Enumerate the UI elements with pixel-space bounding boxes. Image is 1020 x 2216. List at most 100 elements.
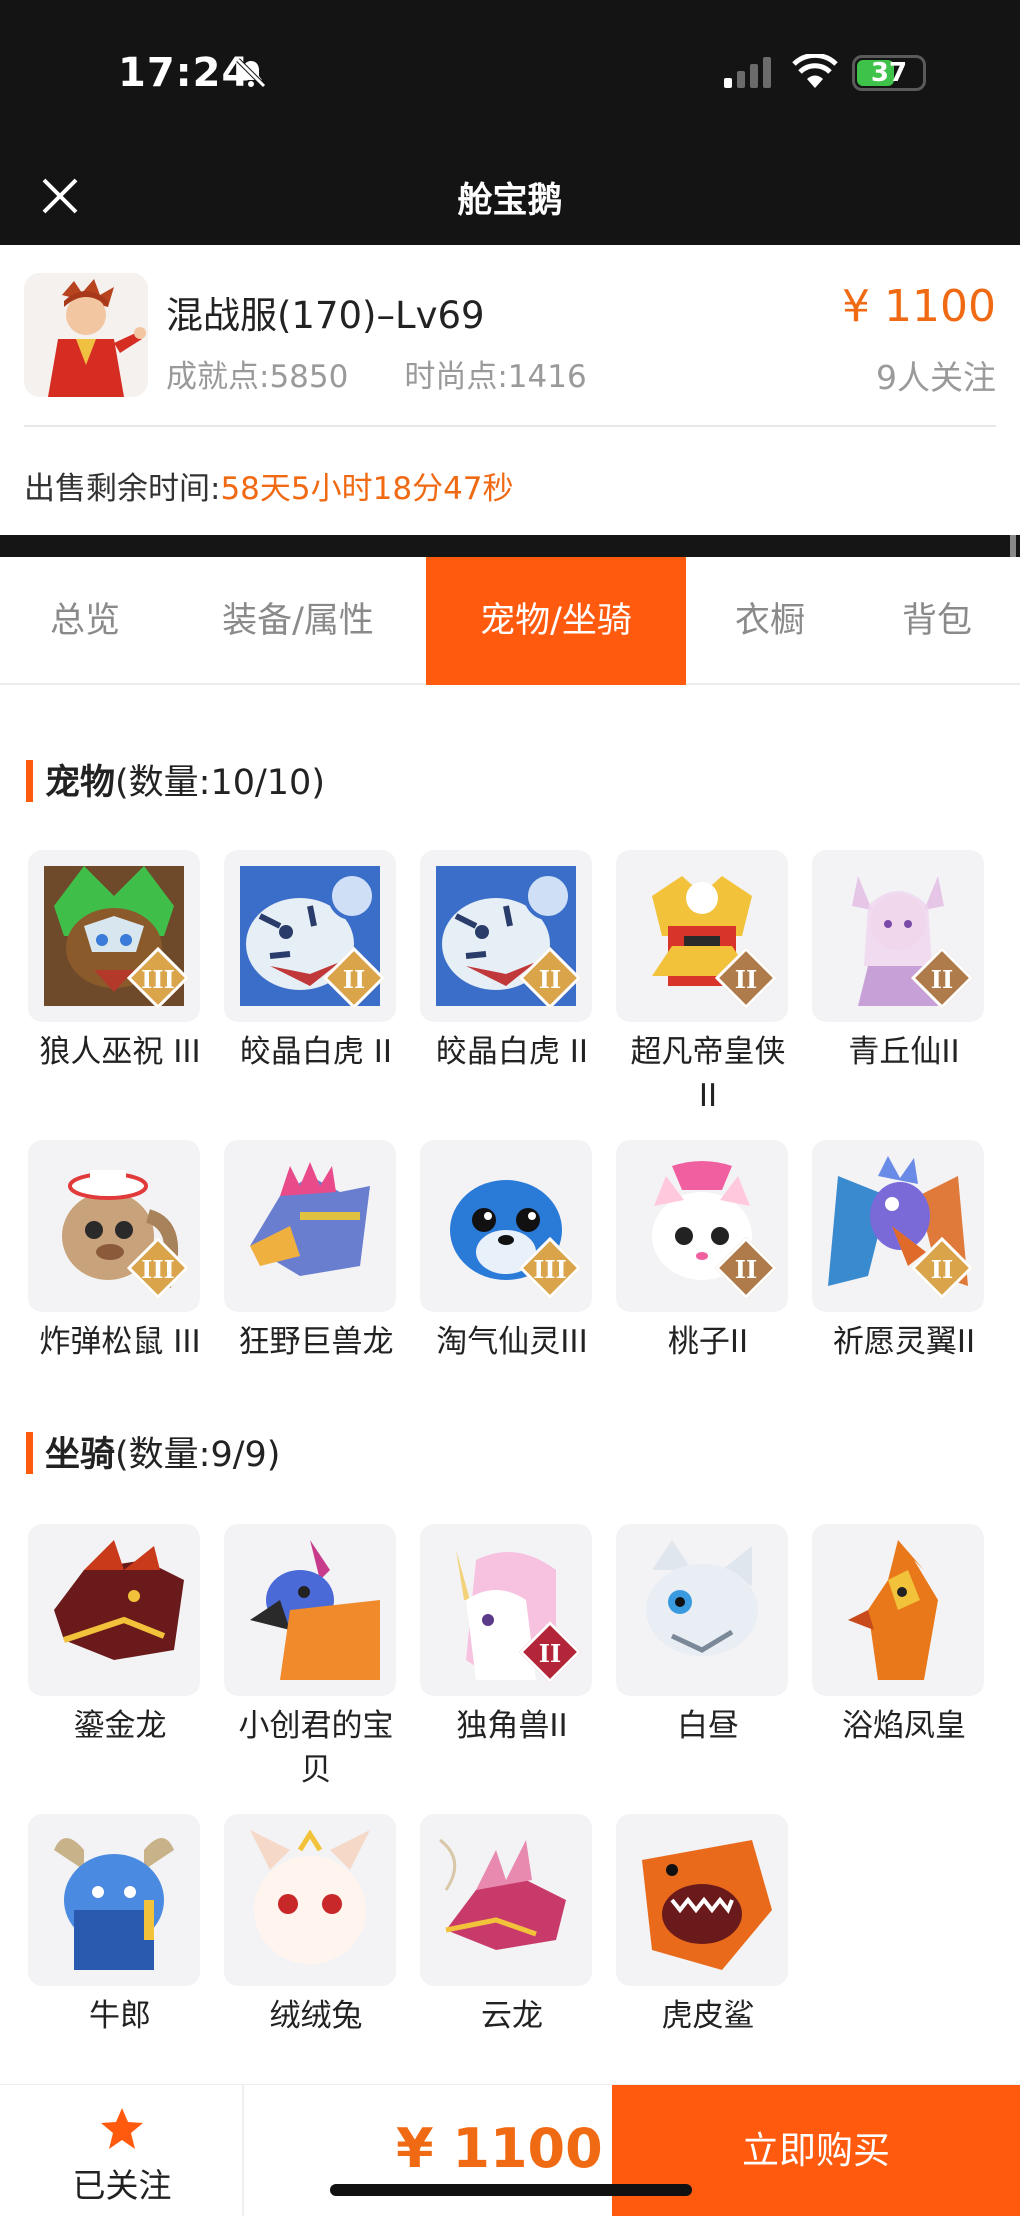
page-title: 舱宝鹅 <box>457 181 563 221</box>
mount-thumbnail <box>616 1524 788 1696</box>
pet-thumbnail: III <box>28 1140 200 1312</box>
mount-name: 白昼 <box>677 1708 739 1744</box>
pet-name: 皎晶白虎 II <box>435 1034 589 1070</box>
pet-name: 青丘仙II <box>848 1034 960 1070</box>
tab-wardrobe[interactable]: 衣橱 <box>686 557 854 685</box>
mount-thumbnail <box>812 1524 984 1696</box>
mounts-title: 坐骑 <box>45 1435 116 1475</box>
mounts-section-title: 坐骑(数量:9/9) <box>26 1426 280 1477</box>
tier-badge-label: II <box>734 965 758 994</box>
bottom-action-bar: 已关注 ¥ 1100 立即购买 <box>0 2084 1020 2216</box>
pet-thumbnail: II <box>616 850 788 1022</box>
tiger-shark-icon <box>632 1830 772 1970</box>
followers-count: 9人关注 <box>876 358 996 397</box>
fashion-points: 时尚点:1416 <box>404 359 587 395</box>
battery-text: 37 <box>870 58 908 88</box>
tier-badge-label: III <box>141 965 175 994</box>
mount-name: 浴焰凤皇 <box>842 1708 966 1744</box>
pet-thumbnail: III <box>420 1140 592 1312</box>
pet-thumbnail: II <box>224 850 396 1022</box>
star-icon <box>101 2108 143 2149</box>
price-label: ¥ 1100 <box>842 281 996 332</box>
remaining-time: 出售剩余时间:58天5小时18分47秒 <box>24 463 514 508</box>
home-indicator <box>330 2184 692 2196</box>
mount-thumbnail <box>224 1814 396 1986</box>
pet-name: 狂野巨兽龙 <box>238 1324 394 1360</box>
follow-label: 已关注 <box>72 2166 172 2205</box>
battery-icon: 37 <box>852 55 926 91</box>
server-level-title: 混战服(170)–Lv69 <box>166 294 485 337</box>
status-time: 17:24 <box>118 50 251 96</box>
divider <box>24 425 996 427</box>
buy-now-button[interactable]: 立即购买 <box>612 2085 1020 2216</box>
tier-badge-label: II <box>538 1639 562 1668</box>
separator-strip <box>0 535 1020 557</box>
mount-thumbnail <box>28 1524 200 1696</box>
bottom-price: ¥ 1100 <box>396 2117 603 2180</box>
pet-name: 祈愿灵翼II <box>832 1324 976 1360</box>
tier-badge-label: II <box>342 965 366 994</box>
mount-name: 云龙 <box>481 1998 543 2034</box>
pet-thumbnail: II <box>616 1140 788 1312</box>
mount-name: 独角兽II <box>456 1708 568 1744</box>
fluffy-rabbit-icon <box>240 1830 380 1970</box>
pet-name: 桃子II <box>667 1324 749 1360</box>
mount-thumbnail <box>224 1524 396 1696</box>
pet-thumbnail: II <box>812 1140 984 1312</box>
gilded-dragon-icon <box>44 1540 184 1680</box>
remaining-time-label: 出售剩余时间: <box>24 471 221 507</box>
section-accent-bar <box>26 1432 33 1474</box>
tier-badge-label: II <box>734 1255 758 1284</box>
tier-badge-label: III <box>533 1255 567 1284</box>
mount-name: 鎏金龙 <box>73 1708 167 1744</box>
tier-badge-label: II <box>930 965 954 994</box>
pet-thumbnail: III <box>28 850 200 1022</box>
mount-name: 虎皮鲨 <box>661 1998 755 2034</box>
pet-thumbnail <box>224 1140 396 1312</box>
pet-thumbnail: II <box>420 850 592 1022</box>
pets-title: 宠物 <box>45 763 116 803</box>
tab-pets-mounts[interactable]: 宠物/坐骑 <box>426 557 686 685</box>
pet-name: 狼人巫祝 III <box>39 1034 201 1070</box>
tier-badge-label: II <box>930 1255 954 1284</box>
follow-button[interactable]: 已关注 <box>0 2085 244 2216</box>
mount-name: 小创君的宝贝 <box>238 1708 394 1788</box>
pets-section-title: 宠物(数量:10/10) <box>26 754 325 805</box>
mount-thumbnail <box>420 1814 592 1986</box>
mount-name: 牛郎 <box>89 1998 151 2034</box>
pet-name: 炸弹松鼠 III <box>39 1324 201 1360</box>
pet-thumbnail: II <box>812 850 984 1022</box>
pet-name: 淘气仙灵III <box>436 1324 588 1360</box>
phoenix-bird-icon <box>240 1540 380 1680</box>
cloud-dragon-icon <box>436 1830 576 1970</box>
white-cat-icon <box>632 1540 772 1680</box>
blue-ox-icon <box>44 1830 184 1970</box>
cellular-signal-icon <box>724 57 771 88</box>
product-header: 混战服(170)–Lv69 成就点:5850 时尚点:1416 ¥ 1100 9人… <box>0 245 1020 535</box>
achievement-points: 成就点:5850 <box>166 359 349 395</box>
points-stats: 成就点:5850 时尚点:1416 <box>166 351 587 396</box>
flame-phoenix-icon <box>828 1540 968 1680</box>
pets-count: (数量:10/10) <box>115 763 325 803</box>
tab-equipment[interactable]: 装备/属性 <box>170 557 426 685</box>
remaining-time-value: 58天5小时18分47秒 <box>220 471 514 507</box>
mount-thumbnail <box>28 1814 200 1986</box>
tier-badge-label: III <box>141 1255 175 1284</box>
tab-bar: 总览 装备/属性 宠物/坐骑 衣橱 背包 <box>0 557 1020 685</box>
wild-dragon-icon <box>240 1156 380 1296</box>
bell-muted-icon <box>236 58 266 88</box>
mount-name: 绒绒兔 <box>269 1998 363 2034</box>
screen: 17:24 37 舱宝鹅 混战服(170)–Lv69 成就点:5850 时尚点:… <box>0 0 1020 2216</box>
section-accent-bar <box>26 760 33 802</box>
tab-backpack[interactable]: 背包 <box>854 557 1020 685</box>
tab-overview[interactable]: 总览 <box>0 557 170 685</box>
mount-thumbnail <box>616 1814 788 1986</box>
mounts-count: (数量:9/9) <box>115 1435 281 1475</box>
pet-name: 皎晶白虎 II <box>239 1034 393 1070</box>
wifi-icon <box>792 54 838 88</box>
tier-badge-label: II <box>538 965 562 994</box>
top-bar: 17:24 37 舱宝鹅 <box>0 0 1020 245</box>
scroll-indicator <box>1010 535 1016 557</box>
mount-thumbnail: II <box>420 1524 592 1696</box>
character-avatar <box>24 273 148 397</box>
